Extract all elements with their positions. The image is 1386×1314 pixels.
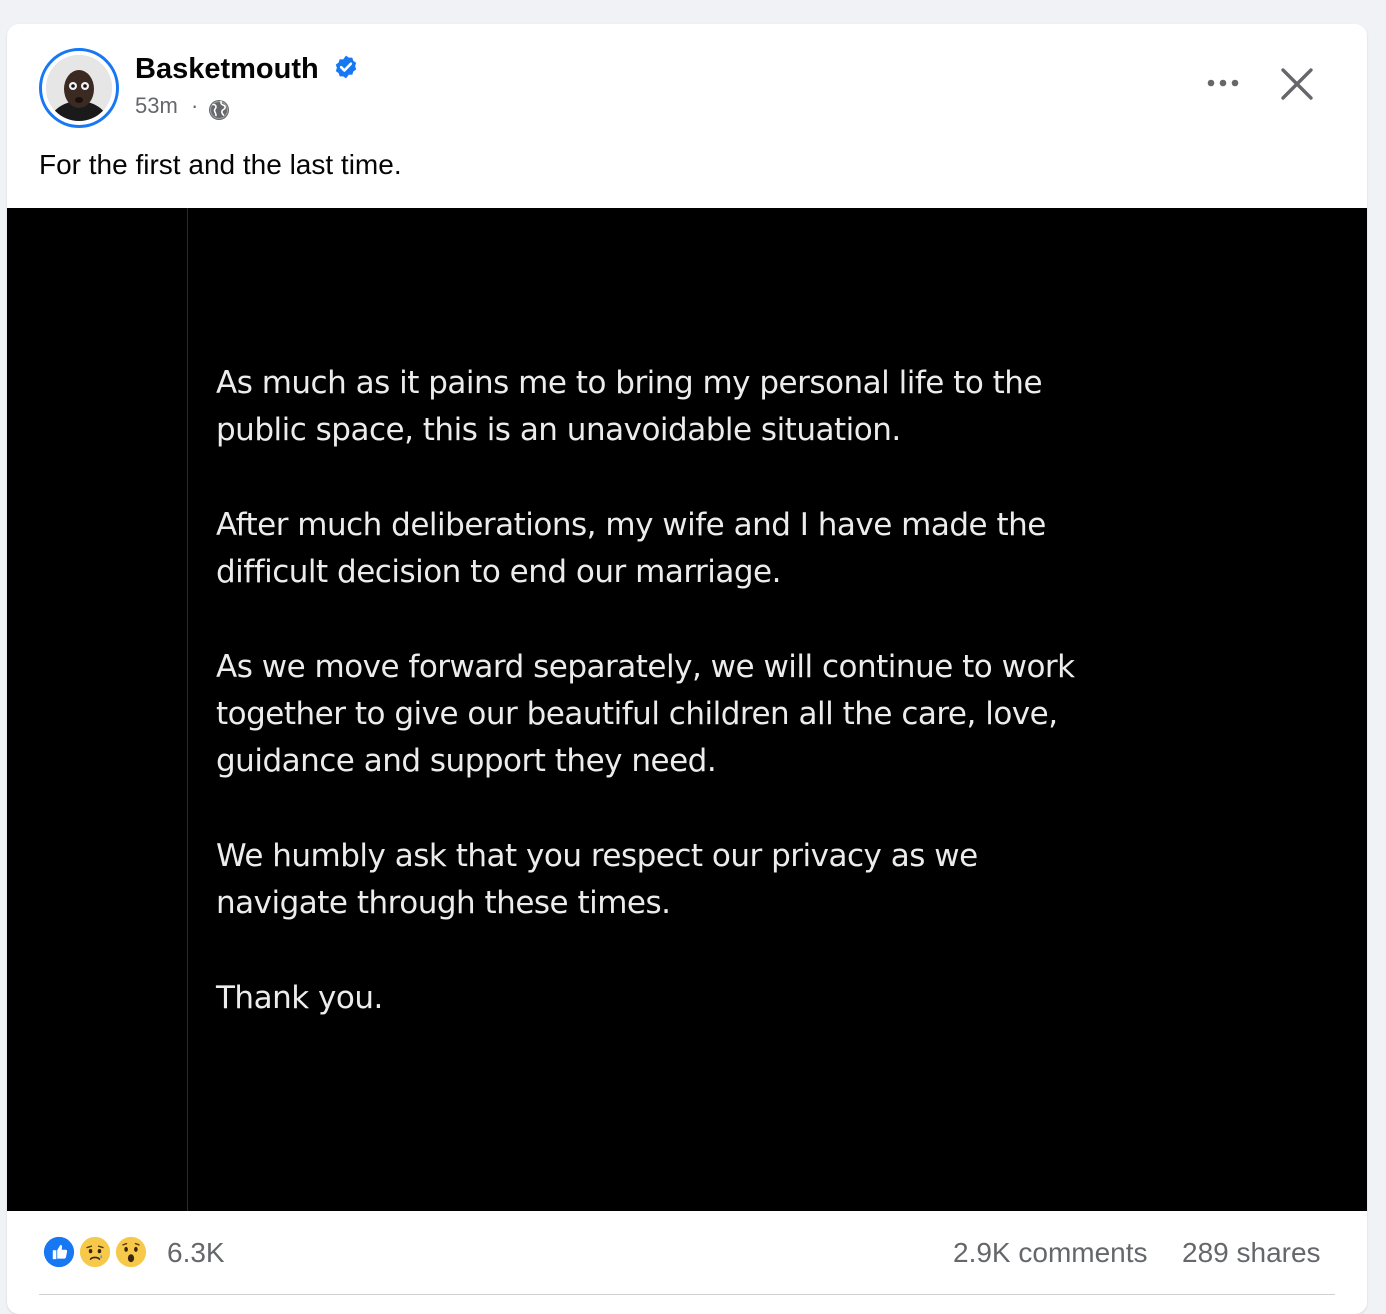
meta-separator: · — [191, 93, 199, 118]
image-statement: As much as it pains me to bring my perso… — [216, 360, 1116, 1070]
post-image[interactable]: As much as it pains me to bring my perso… — [7, 208, 1367, 1211]
statement-paragraph: After much deliberations, my wife and I … — [216, 507, 1046, 590]
comments-count-link[interactable]: 2.9K comments — [953, 1236, 1148, 1270]
statement-paragraph: As much as it pains me to bring my perso… — [216, 365, 1043, 448]
post-caption: For the first and the last time. — [39, 149, 402, 180]
image-divider — [187, 208, 188, 1211]
wow-reaction-icon — [113, 1234, 149, 1270]
more-options-button[interactable] — [1203, 68, 1243, 98]
reaction-icons[interactable] — [41, 1234, 161, 1274]
author-avatar[interactable] — [39, 48, 119, 128]
statement-paragraph: We humbly ask that you respect our priva… — [216, 838, 978, 921]
stats-divider — [39, 1294, 1335, 1295]
like-reaction-icon — [41, 1234, 77, 1270]
avatar-photo — [46, 55, 112, 121]
verified-badge-icon — [335, 55, 357, 79]
shares-count-link[interactable]: 289 shares — [1182, 1236, 1321, 1270]
sad-reaction-icon — [77, 1234, 113, 1270]
reaction-count[interactable]: 6.3K — [167, 1236, 225, 1270]
statement-paragraph: As we move forward separately, we will c… — [216, 649, 1075, 779]
statement-paragraph: Thank you. — [216, 980, 383, 1016]
post-timestamp[interactable]: 53m — [135, 92, 178, 120]
post-card: Basketmouth 53m · For the first and the … — [7, 24, 1367, 1314]
globe-icon[interactable] — [207, 98, 231, 122]
close-button[interactable] — [1277, 64, 1317, 104]
author-name[interactable]: Basketmouth — [135, 52, 319, 86]
